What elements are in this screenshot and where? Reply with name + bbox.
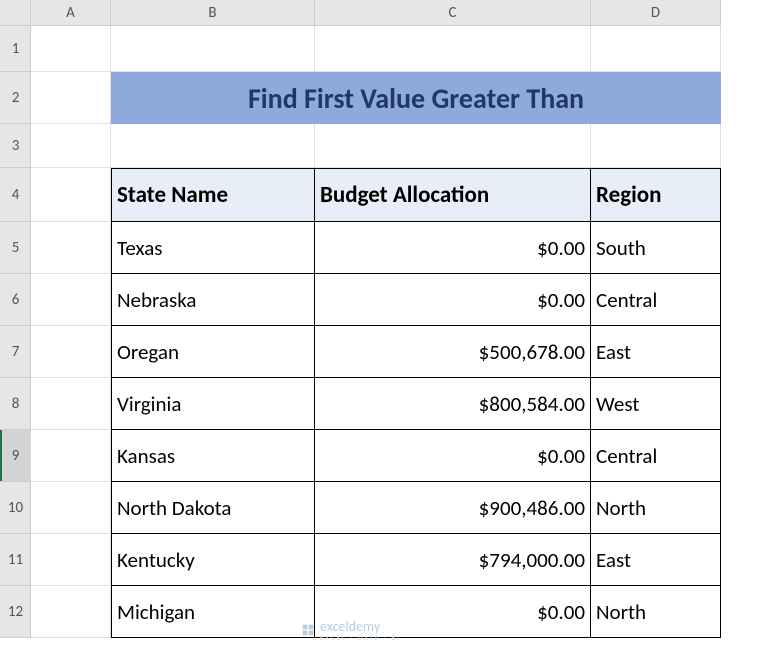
row-10: North Dakota$900,486.00North: [31, 482, 721, 534]
cell-a12[interactable]: [31, 586, 111, 638]
cell-region-1[interactable]: Central: [591, 274, 721, 326]
header-region[interactable]: Region: [591, 168, 721, 222]
cell-b1[interactable]: [111, 26, 315, 72]
spreadsheet: ABCD 123456789101112 Find First Value Gr…: [0, 0, 768, 670]
select-all-corner[interactable]: [0, 0, 31, 26]
cell-budget-5[interactable]: $900,486.00: [315, 482, 591, 534]
col-header-a[interactable]: A: [31, 0, 111, 26]
row-8: Virginia$800,584.00West: [31, 378, 721, 430]
cell-region-7[interactable]: North: [591, 586, 721, 638]
cell-d1[interactable]: [591, 26, 721, 72]
cell-b3[interactable]: [111, 124, 315, 168]
cell-region-3[interactable]: West: [591, 378, 721, 430]
cell-a1[interactable]: [31, 26, 111, 72]
cell-a6[interactable]: [31, 274, 111, 326]
cell-budget-1[interactable]: $0.00: [315, 274, 591, 326]
cell-a9[interactable]: [31, 430, 111, 482]
row-header-7[interactable]: 7: [0, 326, 31, 378]
row-header-2[interactable]: 2: [0, 72, 31, 124]
cell-budget-4[interactable]: $0.00: [315, 430, 591, 482]
cell-budget-2[interactable]: $500,678.00: [315, 326, 591, 378]
col-header-c[interactable]: C: [315, 0, 591, 26]
title-cell[interactable]: Find First Value Greater Than: [111, 72, 721, 124]
row-6: Nebraska$0.00Central: [31, 274, 721, 326]
cell-a5[interactable]: [31, 222, 111, 274]
cell-a11[interactable]: [31, 534, 111, 586]
cell-state-3[interactable]: Virginia: [111, 378, 315, 430]
row-header-11[interactable]: 11: [0, 534, 31, 586]
col-header-b[interactable]: B: [111, 0, 315, 26]
row-2: Find First Value Greater Than: [31, 72, 721, 124]
cell-budget-7[interactable]: $0.00: [315, 586, 591, 638]
row-1: [31, 26, 721, 72]
cell-state-6[interactable]: Kentucky: [111, 534, 315, 586]
cell-a3[interactable]: [31, 124, 111, 168]
row-header-5[interactable]: 5: [0, 222, 31, 274]
cell-a10[interactable]: [31, 482, 111, 534]
row-header-12[interactable]: 12: [0, 586, 31, 638]
row-header-4[interactable]: 4: [0, 168, 31, 222]
cell-budget-0[interactable]: $0.00: [315, 222, 591, 274]
cell-c3[interactable]: [315, 124, 591, 168]
header-budget[interactable]: Budget Allocation: [315, 168, 591, 222]
row-7: Oregan$500,678.00East: [31, 326, 721, 378]
cell-state-0[interactable]: Texas: [111, 222, 315, 274]
header-state[interactable]: State Name: [111, 168, 315, 222]
row-5: Texas$0.00South: [31, 222, 721, 274]
cell-a8[interactable]: [31, 378, 111, 430]
cell-state-1[interactable]: Nebraska: [111, 274, 315, 326]
row-4: State NameBudget AllocationRegion: [31, 168, 721, 222]
row-header-6[interactable]: 6: [0, 274, 31, 326]
row-header-3[interactable]: 3: [0, 124, 31, 168]
cell-a2[interactable]: [31, 72, 111, 124]
row-header-8[interactable]: 8: [0, 378, 31, 430]
col-header-d[interactable]: D: [591, 0, 721, 26]
row-3: [31, 124, 721, 168]
cell-region-0[interactable]: South: [591, 222, 721, 274]
row-11: Kentucky$794,000.00East: [31, 534, 721, 586]
row-9: Kansas$0.00Central: [31, 430, 721, 482]
cell-d3[interactable]: [591, 124, 721, 168]
column-headers: ABCD: [31, 0, 721, 26]
cell-region-5[interactable]: North: [591, 482, 721, 534]
cell-budget-3[interactable]: $800,584.00: [315, 378, 591, 430]
row-header-9[interactable]: 9: [0, 430, 31, 482]
cell-region-6[interactable]: East: [591, 534, 721, 586]
cell-state-4[interactable]: Kansas: [111, 430, 315, 482]
row-headers: 123456789101112: [0, 26, 31, 638]
cell-state-2[interactable]: Oregan: [111, 326, 315, 378]
cell-grid: Find First Value Greater Than State NameB…: [31, 26, 721, 638]
cell-a4[interactable]: [31, 168, 111, 222]
cell-a7[interactable]: [31, 326, 111, 378]
cell-state-5[interactable]: North Dakota: [111, 482, 315, 534]
cell-region-4[interactable]: Central: [591, 430, 721, 482]
row-header-10[interactable]: 10: [0, 482, 31, 534]
cell-region-2[interactable]: East: [591, 326, 721, 378]
cell-budget-6[interactable]: $794,000.00: [315, 534, 591, 586]
row-12: Michigan$0.00North: [31, 586, 721, 638]
cell-state-7[interactable]: Michigan: [111, 586, 315, 638]
cell-c1[interactable]: [315, 26, 591, 72]
row-header-1[interactable]: 1: [0, 26, 31, 72]
